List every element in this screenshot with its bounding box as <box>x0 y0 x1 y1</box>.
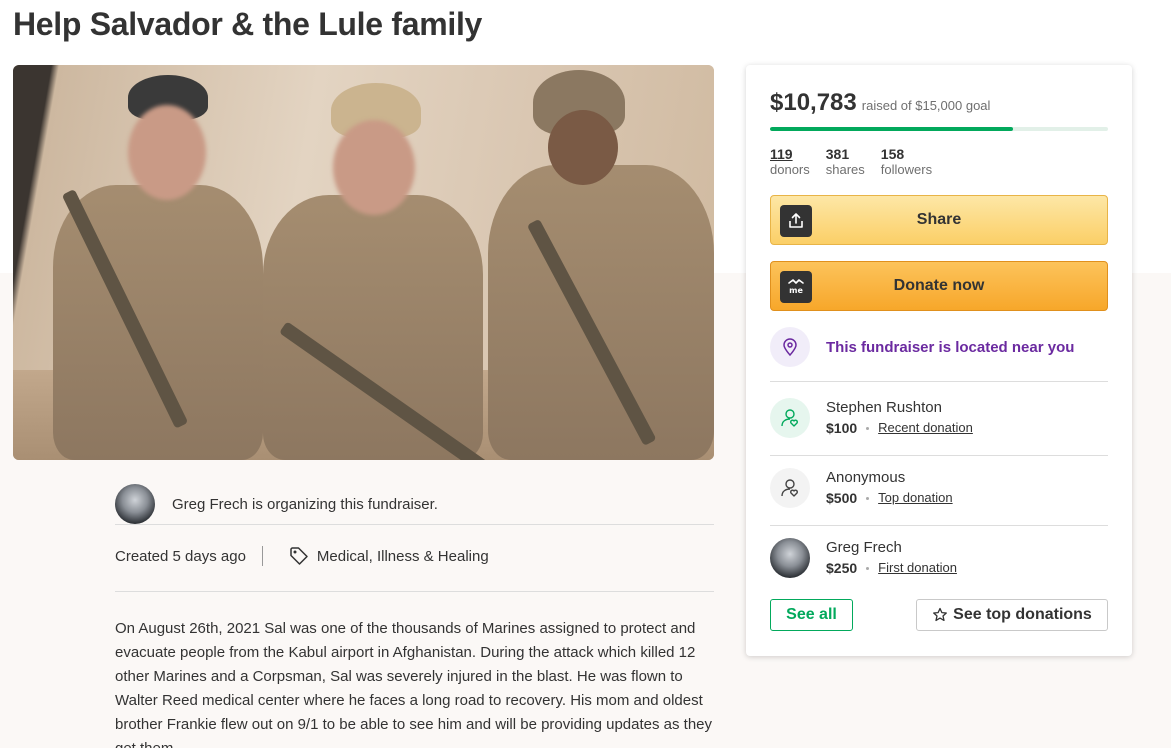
svg-text:me: me <box>789 286 803 295</box>
raised-goal: raised of $15,000 goal <box>861 98 991 113</box>
divider <box>261 546 263 566</box>
divider <box>770 455 1108 456</box>
donor-name: Anonymous <box>826 469 906 486</box>
category-link[interactable]: Medical, Illness & Healing <box>317 548 489 565</box>
stats-row: 119 donors 381 shares 158 followers <box>770 146 948 177</box>
donation-item: Anonymous $500 Top donation <box>770 468 953 508</box>
organizer-row: Greg Frech is organizing this fundraiser… <box>115 484 714 525</box>
donor-avatar <box>770 538 810 578</box>
see-top-donations-button[interactable]: See top donations <box>916 599 1108 631</box>
raised-amount: $10,783 <box>770 89 857 116</box>
donor-heart-icon <box>770 398 810 438</box>
donate-button[interactable]: me Donate now <box>770 261 1108 311</box>
gofundme-logo-icon: me <box>780 271 812 303</box>
progress-bar <box>770 127 1108 131</box>
share-button[interactable]: Share <box>770 195 1108 245</box>
donation-amount: $500 <box>826 490 858 506</box>
donation-tag-link[interactable]: First donation <box>878 558 957 578</box>
donation-item: Stephen Rushton $100 Recent donation <box>770 398 973 438</box>
stat-donors[interactable]: 119 donors <box>770 146 810 177</box>
fundraiser-meta: Created 5 days ago Medical, Illness & He… <box>115 546 714 566</box>
location-notice: This fundraiser is located near you <box>770 327 1074 367</box>
tag-icon <box>290 547 308 565</box>
location-pin-icon <box>770 327 810 367</box>
story-text: On August 26th, 2021 Sal was one of the … <box>115 620 713 748</box>
donation-card: $10,783 raised of $15,000 goal 119 donor… <box>746 65 1132 656</box>
upload-icon <box>780 205 812 237</box>
donation-tag-link[interactable]: Recent donation <box>878 418 973 438</box>
organizer-text: Greg Frech is organizing this fundraiser… <box>172 495 438 513</box>
created-date: Created 5 days ago <box>115 547 246 565</box>
star-icon <box>933 607 948 622</box>
raised-summary: $10,783 raised of $15,000 goal <box>770 89 990 117</box>
stat-shares: 381 shares <box>825 146 865 177</box>
page-title: Help Salvador & the Lule family <box>13 6 483 42</box>
donor-name: Greg Frech <box>826 539 902 556</box>
divider <box>770 381 1108 382</box>
separator-dot <box>866 566 870 570</box>
progress-fill <box>770 127 1014 131</box>
donation-tag-link[interactable]: Top donation <box>878 488 952 508</box>
separator-dot <box>866 426 870 430</box>
divider <box>115 591 714 592</box>
see-all-button[interactable]: See all <box>770 599 853 631</box>
donation-amount: $100 <box>826 420 858 436</box>
donation-item: Greg Frech $250 First donation <box>770 538 957 578</box>
stat-followers: 158 followers <box>880 146 933 177</box>
divider <box>770 525 1108 526</box>
donor-name: Stephen Rushton <box>826 399 942 416</box>
donation-amount: $250 <box>826 560 858 576</box>
separator-dot <box>866 496 870 500</box>
fundraiser-photo[interactable] <box>13 65 714 460</box>
donor-heart-icon <box>770 468 810 508</box>
organizer-avatar[interactable] <box>115 484 155 524</box>
